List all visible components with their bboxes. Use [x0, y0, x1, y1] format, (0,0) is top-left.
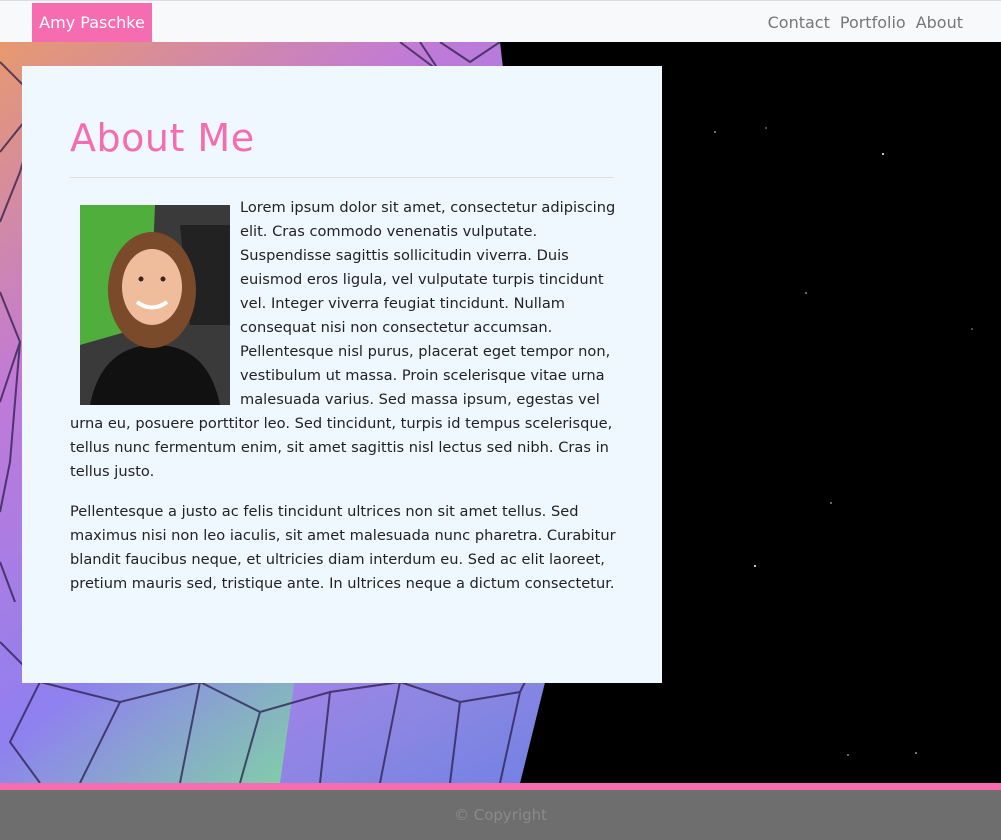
- page-title: About Me: [70, 116, 255, 160]
- copyright-text: © Copyright: [453, 806, 548, 824]
- about-paragraph-2: Pellentesque a justo ac felis tincidunt …: [70, 503, 616, 592]
- nav-link-about[interactable]: About: [916, 13, 963, 32]
- brand-link[interactable]: Amy Paschke: [32, 3, 152, 42]
- title-divider: [70, 177, 614, 178]
- nav-link-contact[interactable]: Contact: [768, 13, 830, 32]
- footer-accent-line: [0, 783, 1001, 790]
- nav-links: Contact Portfolio About: [768, 1, 963, 43]
- nav-link-portfolio[interactable]: Portfolio: [840, 13, 906, 32]
- footer: © Copyright: [0, 790, 1001, 840]
- about-content: Lorem ipsum dolor sit amet, consectetur …: [70, 196, 616, 612]
- about-card: About Me Lorem ipsum dolor sit amet, con…: [22, 66, 662, 683]
- navbar: Amy Paschke Contact Portfolio About: [0, 0, 1001, 42]
- profile-photo: [80, 205, 230, 405]
